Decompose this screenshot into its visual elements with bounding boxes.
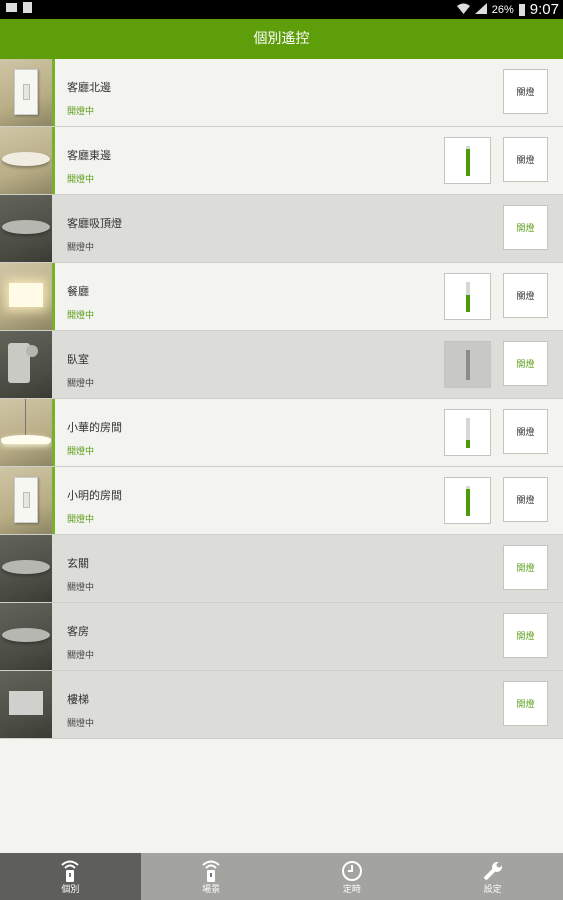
dimmer-button[interactable]: [444, 477, 491, 524]
on-indicator-bar: [52, 399, 55, 466]
room-row[interactable]: 樓梯關燈中 開燈: [0, 671, 563, 739]
on-indicator-bar: [52, 467, 55, 534]
room-name: 小華的房間: [67, 421, 122, 434]
page-title: 個別遙控: [0, 19, 563, 59]
remote-icon: [199, 859, 223, 883]
turn-off-button[interactable]: 關燈: [503, 409, 548, 454]
on-indicator-bar: [52, 59, 55, 126]
dimmer-button[interactable]: [444, 341, 491, 388]
wall-box-icon: [0, 671, 52, 738]
pendant-lamp-icon: [0, 399, 52, 466]
battery-icon: [518, 3, 525, 16]
wrench-icon: [481, 859, 505, 883]
wall-lamp-icon: [0, 263, 52, 330]
dimmer-level-track: [466, 146, 470, 176]
turn-on-button[interactable]: 開燈: [503, 613, 548, 658]
clock-time: 9:07: [529, 1, 559, 18]
light-status: 開燈中: [67, 175, 95, 185]
room-row[interactable]: 臥室關燈中 開燈: [0, 331, 563, 399]
room-name: 客廳北邊: [67, 81, 111, 94]
on-indicator-bar: [52, 127, 55, 194]
light-status: 開燈中: [67, 107, 95, 117]
tab-label: 定時: [342, 885, 361, 895]
tab-scene[interactable]: 場景: [141, 853, 282, 900]
tab-label: 個別: [61, 885, 80, 895]
status-bar: 26% 9:07: [0, 0, 563, 19]
dimmer-level-fill: [466, 489, 470, 516]
turn-off-button[interactable]: 關燈: [503, 69, 548, 114]
clock-icon: [340, 859, 364, 883]
light-status: 關燈中: [67, 583, 95, 593]
room-row[interactable]: 客房關燈中 開燈: [0, 603, 563, 671]
turn-off-button[interactable]: 關燈: [503, 137, 548, 182]
dimmer-button[interactable]: [444, 273, 491, 320]
room-name: 玄關: [67, 557, 89, 570]
tab-timer[interactable]: 定時: [282, 853, 423, 900]
room-name: 客房: [67, 625, 89, 638]
light-status: 關燈中: [67, 379, 95, 389]
on-indicator-bar: [52, 263, 55, 330]
gallery-notification-icon: [6, 3, 17, 12]
turn-on-button[interactable]: 開燈: [503, 341, 548, 386]
room-name: 臥室: [67, 353, 89, 366]
turn-off-button[interactable]: 關燈: [503, 273, 548, 318]
ceiling-disk-icon: [0, 195, 52, 262]
light-status: 開燈中: [67, 447, 95, 457]
tab-individual[interactable]: 個別: [0, 853, 141, 900]
bottom-tab-bar: 個別 場景 定時 設定: [0, 853, 563, 900]
dimmer-level-fill: [466, 440, 470, 448]
turn-on-button[interactable]: 開燈: [503, 205, 548, 250]
light-status: 開燈中: [67, 515, 95, 525]
room-row[interactable]: 客廳北邊開燈中 關燈: [0, 59, 563, 127]
dimmer-level-track: [466, 282, 470, 312]
wall-switch-icon: [0, 467, 52, 534]
turn-on-button[interactable]: 開燈: [503, 681, 548, 726]
turn-off-button[interactable]: 關燈: [503, 477, 548, 522]
room-name: 餐廳: [67, 285, 89, 298]
room-name: 客廳東邊: [67, 149, 111, 162]
room-list: 客廳北邊 開燈中 關燈 客廳東邊 開燈中 關燈 客廳吸頂燈 關燈中 開燈 餐廳 開燈中 關燈 臥室 關燈中…: [0, 59, 563, 739]
light-status: 開燈中: [67, 311, 95, 321]
room-row[interactable]: 餐廳開燈中 關燈: [0, 263, 563, 331]
room-row[interactable]: 客廳吸頂燈關燈中 開燈: [0, 195, 563, 263]
room-name: 小明的房間: [67, 489, 122, 502]
dimmer-level-track: [466, 486, 470, 516]
dimmer-level-track: [466, 418, 470, 448]
light-status: 關燈中: [67, 719, 95, 729]
tab-settings[interactable]: 設定: [422, 853, 563, 900]
dimmer-button[interactable]: [444, 137, 491, 184]
room-row[interactable]: 玄關關燈中 開燈: [0, 535, 563, 603]
dimmer-level-fill: [466, 295, 470, 312]
document-notification-icon: [23, 2, 32, 13]
room-row[interactable]: 小明的房間開燈中 關燈: [0, 467, 563, 535]
wall-switch-icon: [0, 59, 52, 126]
ceiling-disk-icon: [0, 603, 52, 670]
room-row[interactable]: 小華的房間開燈中 關燈: [0, 399, 563, 467]
light-status: 關燈中: [67, 651, 95, 661]
room-row[interactable]: 客廳東邊開燈中 關燈: [0, 127, 563, 195]
dimmer-button[interactable]: [444, 409, 491, 456]
room-name: 客廳吸頂燈: [67, 217, 122, 230]
dimmer-level-track: [466, 350, 470, 380]
signal-icon: [474, 2, 487, 17]
spot-lamp-icon: [0, 331, 52, 398]
light-status: 關燈中: [67, 243, 95, 253]
wifi-icon: [456, 3, 470, 17]
battery-percent: 26%: [491, 3, 514, 16]
turn-on-button[interactable]: 開燈: [503, 545, 548, 590]
tab-label: 設定: [483, 885, 502, 895]
remote-icon: [58, 859, 82, 883]
room-name: 樓梯: [67, 693, 89, 706]
dimmer-level-fill: [466, 149, 470, 176]
tab-label: 場景: [202, 885, 221, 895]
ceiling-disk-icon: [0, 127, 52, 194]
downlight-icon: [0, 535, 52, 602]
